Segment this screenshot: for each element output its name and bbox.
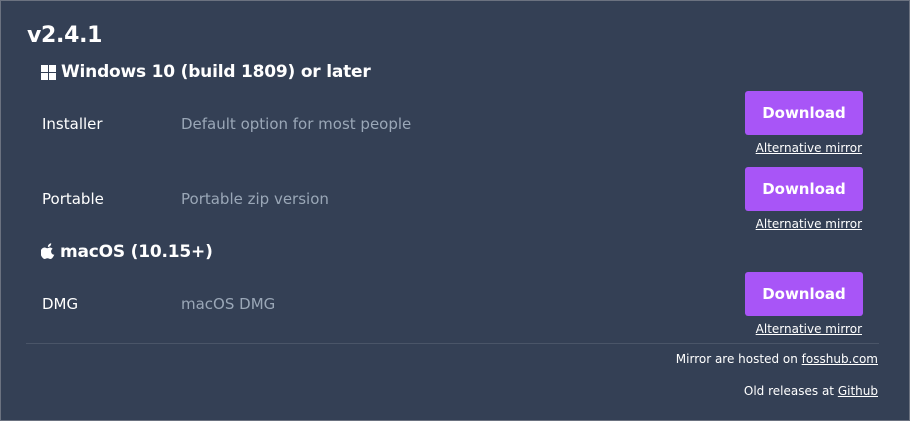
dmg-alternative-mirror-link[interactable]: Alternative mirror [756,322,862,336]
installer-download-button[interactable]: Download [745,91,863,135]
portable-alternative-mirror-link[interactable]: Alternative mirror [756,217,862,231]
macos-heading-label: macOS (10.15+) [60,242,213,262]
windows-heading-label: Windows 10 (build 1809) or later [61,62,371,82]
download-panel: v2.4.1 Windows 10 (build 1809) or later … [0,0,910,421]
section-divider [26,343,879,344]
installer-name: Installer [42,115,103,133]
windows-icon [41,64,56,80]
old-releases-note: Old releases at Github [744,384,878,398]
github-link[interactable]: Github [838,384,878,398]
dmg-name: DMG [42,295,79,313]
portable-name: Portable [42,190,104,208]
dmg-download-button[interactable]: Download [745,272,863,316]
installer-alternative-mirror-link[interactable]: Alternative mirror [756,141,862,155]
portable-description: Portable zip version [181,190,329,208]
macos-heading: macOS (10.15+) [40,242,213,262]
apple-icon [40,242,55,262]
windows-heading: Windows 10 (build 1809) or later [41,62,371,82]
mirror-hosting-note: Mirror are hosted on fosshub.com [676,352,878,366]
dmg-description: macOS DMG [181,295,276,313]
fosshub-link[interactable]: fosshub.com [802,352,878,366]
mirror-hosting-text: Mirror are hosted on [675,352,802,366]
version-title: v2.4.1 [27,23,103,48]
portable-download-button[interactable]: Download [745,167,863,211]
old-releases-text: Old releases at [743,384,838,398]
installer-description: Default option for most people [181,115,412,133]
